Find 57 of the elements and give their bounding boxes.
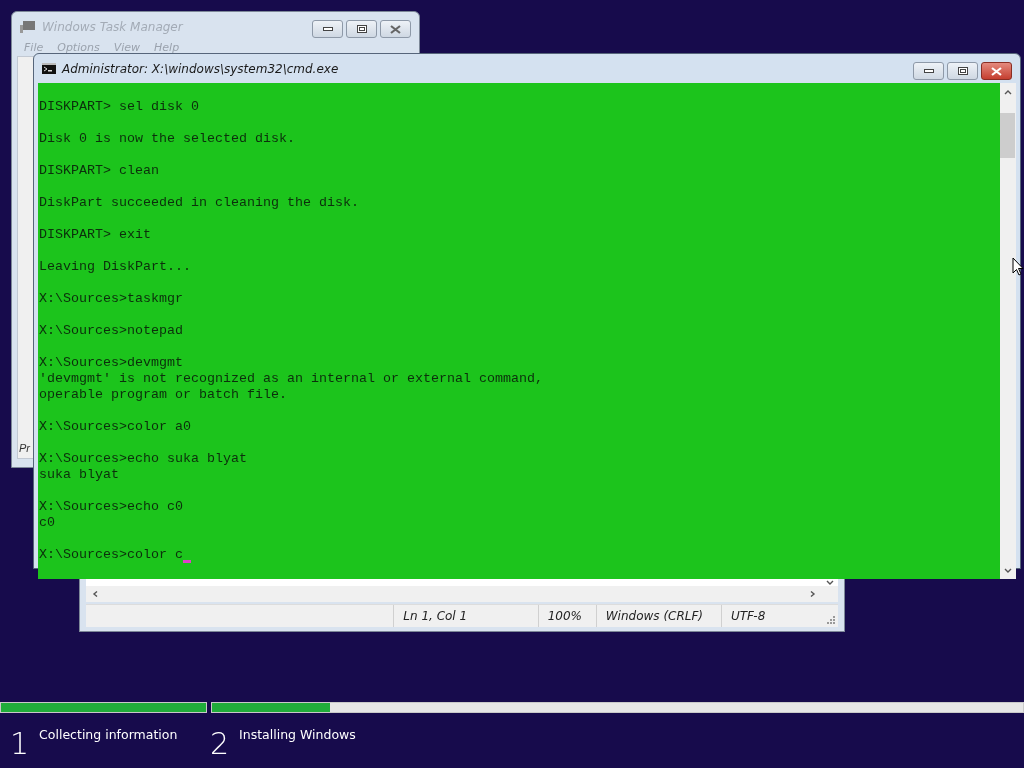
console-line: DISKPART> clean: [39, 163, 159, 179]
console-line: X:\Sources>color c: [39, 547, 191, 563]
console-line: X:\Sources>notepad: [39, 323, 183, 339]
console-line: 'devmgmt' is not recognized as an internal or external command,: [39, 371, 543, 387]
console-line: DISKPART> sel disk 0: [39, 99, 199, 115]
vertical-scrollbar[interactable]: [1000, 83, 1016, 579]
minimize-icon: [322, 27, 333, 31]
close-icon: [390, 24, 401, 34]
console-line: operable program or batch file.: [39, 387, 287, 403]
chevron-down-icon: [1004, 567, 1012, 574]
maximize-button[interactable]: [346, 20, 377, 38]
minimize-button[interactable]: [913, 62, 944, 80]
console-line: X:\Sources>color a0: [39, 419, 191, 435]
menu-item[interactable]: View: [113, 41, 141, 54]
step-number: 1: [10, 725, 30, 763]
console-line: Leaving DiskPart...: [39, 259, 191, 275]
horizontal-scrollbar[interactable]: [86, 586, 838, 602]
console-line: DISKPART> exit: [39, 227, 151, 243]
mouse-pointer-icon: [1012, 257, 1024, 277]
step-label: Installing Windows: [239, 727, 356, 742]
maximize-icon: [957, 67, 968, 75]
close-button[interactable]: [380, 20, 411, 38]
console-line: X:\Sources>taskmgr: [39, 291, 183, 307]
step-label: Collecting information: [39, 727, 178, 742]
chevron-up-icon: [1004, 88, 1012, 95]
status-field: UTF-8: [720, 605, 827, 627]
status-text: Pr: [19, 442, 30, 454]
console-line: c0: [39, 515, 55, 531]
maximize-icon: [356, 25, 367, 33]
status-field: Ln 1, Col 1: [393, 605, 538, 627]
status-field: 100%: [537, 605, 596, 627]
console-line: X:\Sources>devmgmt: [39, 355, 183, 371]
step-number: 2: [210, 725, 230, 763]
console-line: Disk 0 is now the selected disk.: [39, 131, 295, 147]
status-field: Windows (CRLF): [595, 605, 721, 627]
console-line: X:\Sources>echo suka blyat: [39, 451, 247, 467]
monitor-icon: [20, 19, 36, 34]
menu-item[interactable]: Help: [154, 41, 180, 54]
scroll-thumb[interactable]: [1000, 113, 1015, 158]
maximize-button[interactable]: [947, 62, 978, 80]
chevron-right-icon: [808, 591, 816, 597]
close-button[interactable]: [981, 62, 1012, 80]
text-cursor: [182, 560, 191, 563]
menu-item[interactable]: File: [24, 41, 44, 54]
console-line: X:\Sources>echo c0: [39, 499, 183, 515]
menu-item[interactable]: Options: [57, 41, 100, 54]
resize-grip-icon[interactable]: [827, 616, 835, 624]
console-line: suka blyat: [39, 467, 119, 483]
window-title: Windows Task Manager: [42, 19, 185, 34]
chevron-left-icon: [92, 591, 100, 597]
minimize-button[interactable]: [312, 20, 343, 38]
console-line: DiskPart succeeded in cleaning the disk.: [39, 195, 359, 211]
window-title: Administrator: X:\windows\system32\cmd.exe: [62, 61, 340, 76]
minimize-icon: [923, 69, 934, 73]
chevron-down-icon: [826, 580, 834, 586]
close-icon: [991, 66, 1002, 76]
console-icon: [42, 63, 56, 74]
